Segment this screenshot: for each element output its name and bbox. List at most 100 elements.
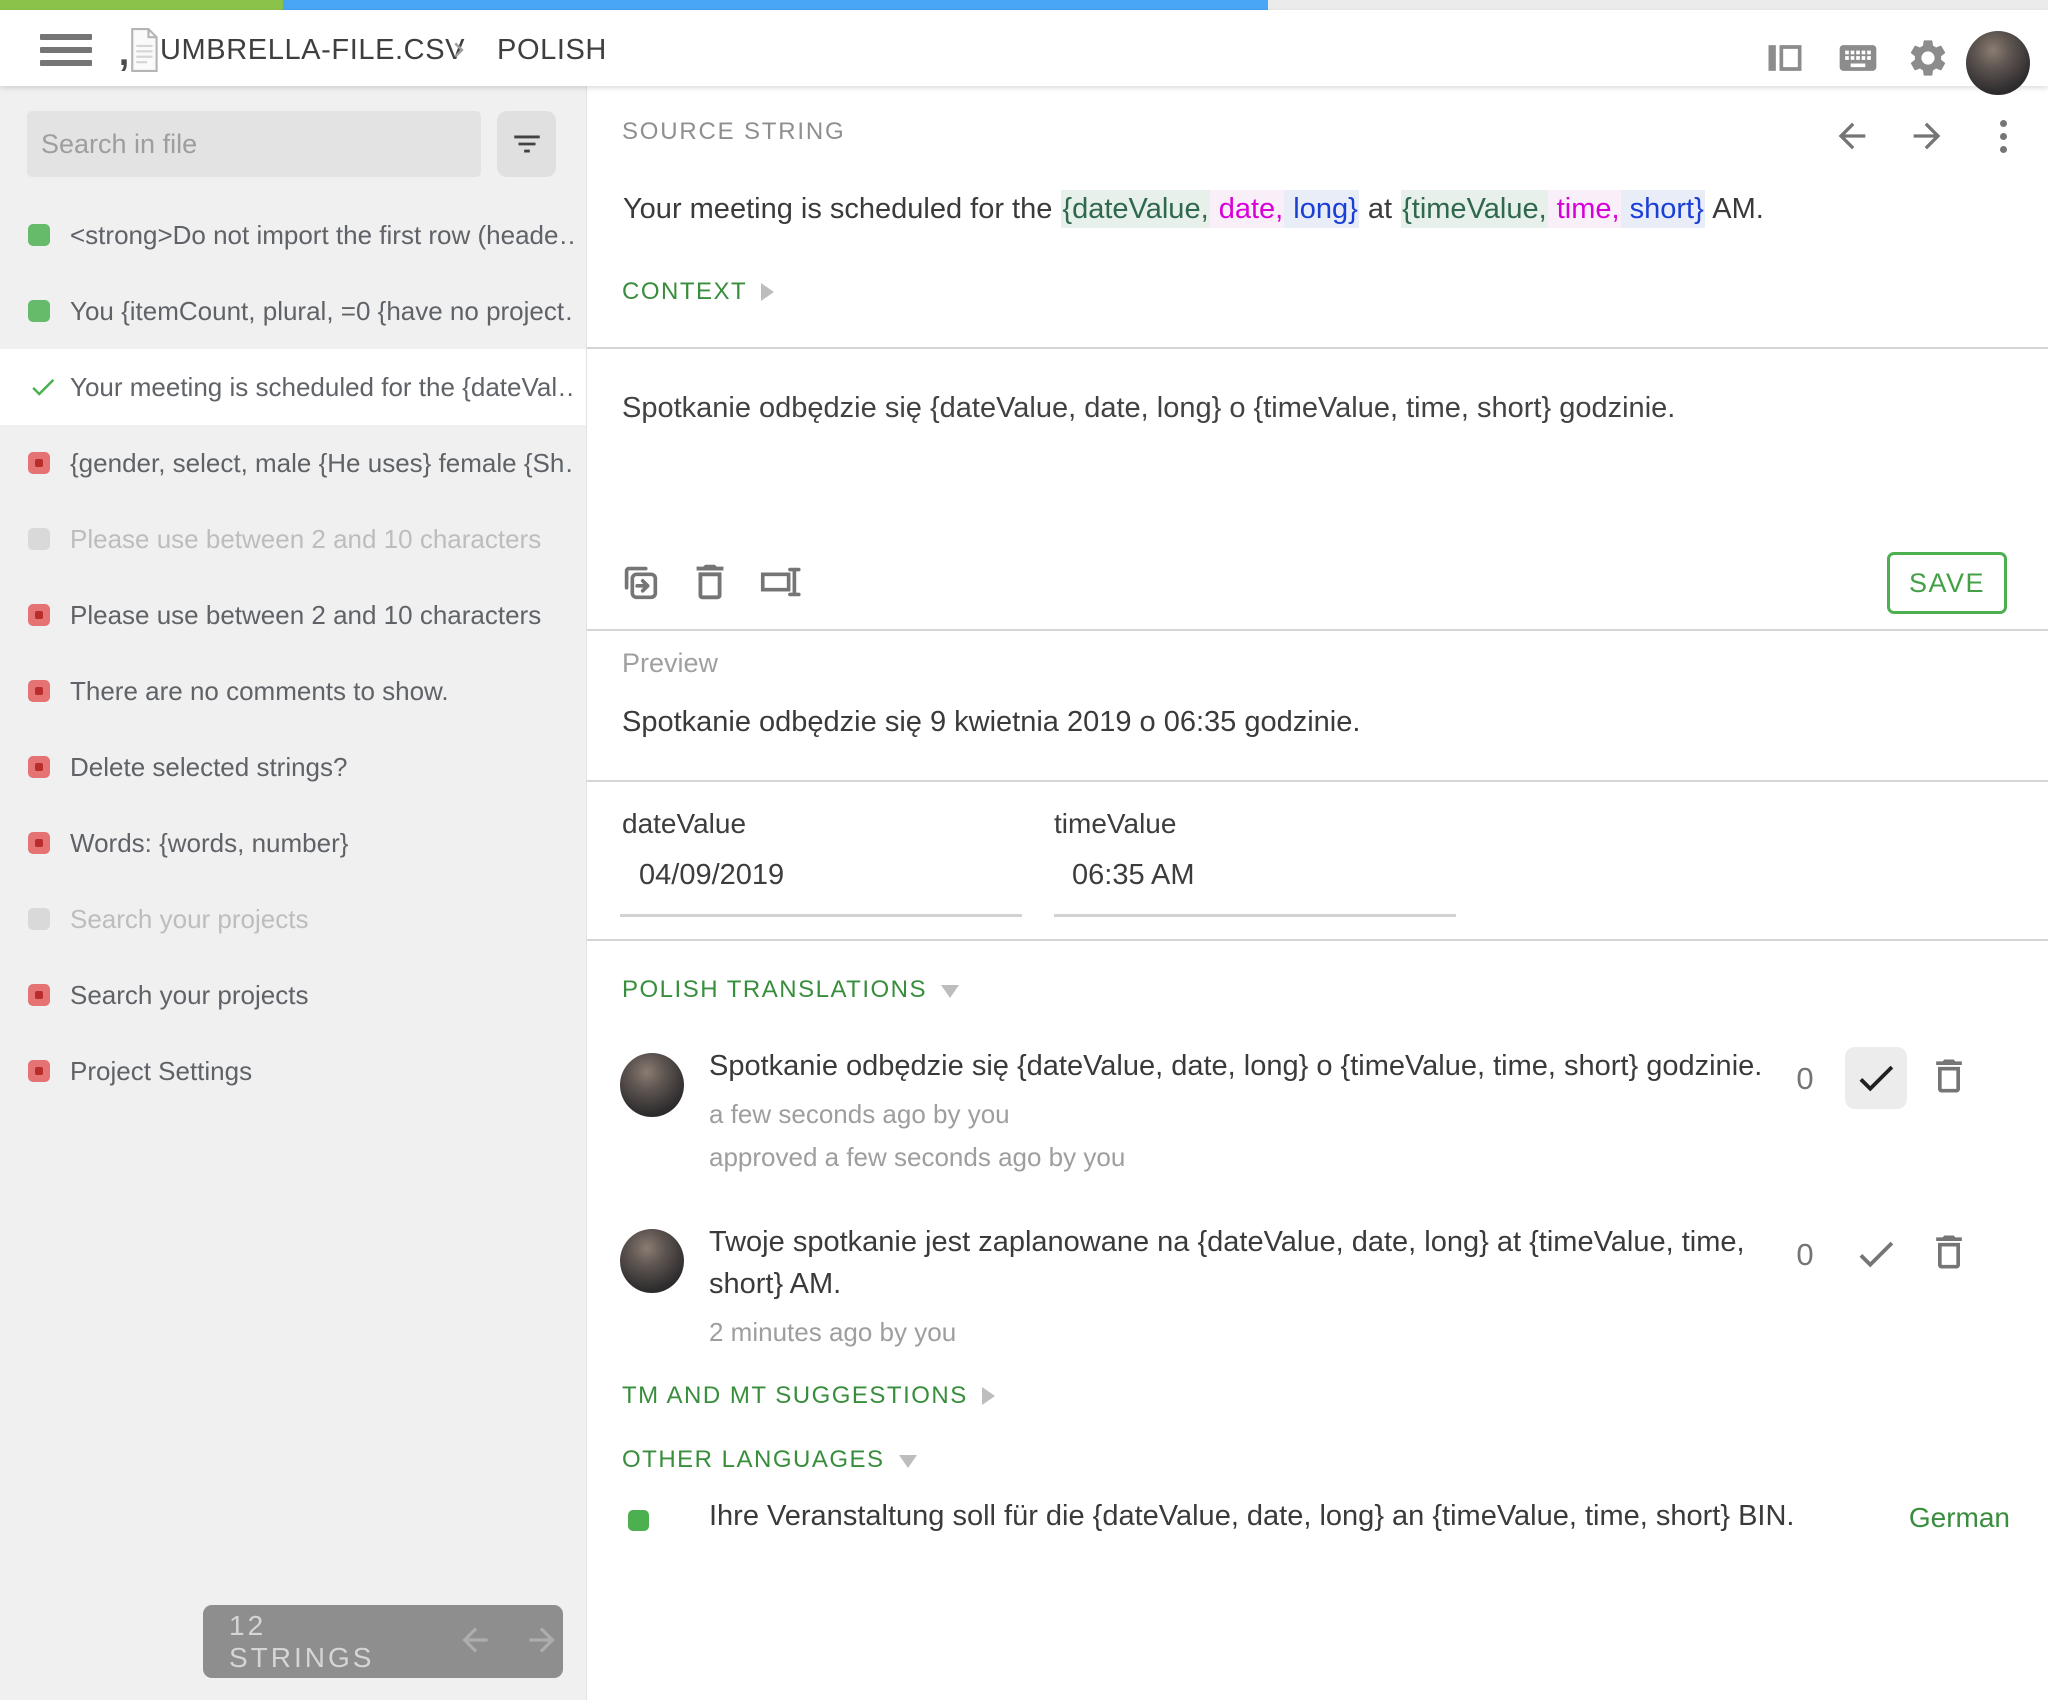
other-languages-section-header[interactable]: OTHER LANGUAGES bbox=[622, 1446, 917, 1474]
sidebar-string-item[interactable]: <strong>Do not import the first row (hea… bbox=[0, 197, 586, 273]
delete-translation-row-button[interactable] bbox=[1923, 1227, 1975, 1279]
string-status-icon bbox=[28, 300, 70, 322]
source-segment-style: long} bbox=[1284, 190, 1359, 228]
source-segment-type: date, bbox=[1210, 190, 1285, 228]
string-status-icon bbox=[28, 604, 70, 626]
delete-translation-button[interactable] bbox=[679, 552, 741, 614]
sidebar-string-label: <strong>Do not import the first row (hea… bbox=[70, 220, 575, 251]
search-input[interactable] bbox=[27, 111, 481, 177]
translation-meta-list: a few seconds ago by you approved a few s… bbox=[709, 1098, 1789, 1173]
preview-text: Spotkanie odbędzie się 9 kwietnia 2019 o… bbox=[622, 706, 1360, 739]
string-status-icon bbox=[28, 452, 70, 474]
sidebar: <strong>Do not import the first row (hea… bbox=[0, 86, 587, 1700]
text-field-cursor-icon bbox=[757, 559, 803, 605]
approve-translation-button[interactable] bbox=[1845, 1047, 1907, 1109]
sidebar-string-item[interactable]: You {itemCount, plural, =0 {have no proj… bbox=[0, 273, 586, 349]
triangle-right-icon bbox=[982, 1387, 995, 1405]
source-segment-plain: Your meeting is scheduled for the bbox=[622, 190, 1061, 228]
editor-toolbar bbox=[609, 552, 819, 614]
sidebar-string-label: Project Settings bbox=[70, 1056, 252, 1087]
app-bar: , UMBRELLA-FILE.CSV POLISH bbox=[0, 10, 2048, 86]
breadcrumb-file[interactable]: UMBRELLA-FILE.CSV bbox=[160, 34, 465, 67]
translation-meta: a few seconds ago by you bbox=[709, 1098, 1789, 1130]
pill-next-button[interactable] bbox=[521, 1620, 563, 1664]
param-datevalue-underline bbox=[620, 914, 1022, 917]
sidebar-string-item[interactable]: Delete selected strings? bbox=[0, 729, 586, 805]
divider bbox=[587, 780, 2048, 782]
source-segment-var: {timeValue, bbox=[1401, 190, 1548, 228]
sidebar-string-item[interactable]: Search your projects bbox=[0, 957, 586, 1033]
other-language-name-link[interactable]: German bbox=[1909, 1502, 2010, 1534]
translation-row: Twoje spotkanie jest zaplanowane na {dat… bbox=[587, 1207, 2048, 1357]
other-language-list: Ihre Veranstaltung soll für die {dateVal… bbox=[587, 1498, 2048, 1558]
translation-editor[interactable]: Spotkanie odbędzie się {dateValue, date,… bbox=[622, 376, 2012, 551]
sidebar-string-item[interactable]: There are no comments to show. bbox=[0, 653, 586, 729]
translation-text: Twoje spotkanie jest zaplanowane na {dat… bbox=[709, 1221, 1789, 1305]
param-datevalue-input[interactable] bbox=[637, 858, 1021, 893]
pill-prev-button[interactable] bbox=[454, 1620, 496, 1664]
strings-count-label: 12 STRINGS bbox=[229, 1610, 412, 1674]
translator-avatar bbox=[620, 1229, 684, 1293]
check-icon bbox=[28, 372, 58, 402]
side-panel-icon[interactable] bbox=[1763, 36, 1807, 80]
translator-avatar bbox=[620, 1053, 684, 1117]
breadcrumb-language[interactable]: POLISH bbox=[497, 34, 607, 67]
copy-source-icon bbox=[617, 559, 663, 605]
svg-text:,: , bbox=[119, 32, 130, 73]
sidebar-string-item[interactable]: Please use between 2 and 10 characters bbox=[0, 501, 586, 577]
string-status-icon bbox=[28, 1060, 70, 1082]
sidebar-string-label: You {itemCount, plural, =0 {have no proj… bbox=[70, 296, 575, 327]
csv-file-icon: , bbox=[118, 27, 160, 73]
approve-translation-button[interactable] bbox=[1845, 1223, 1907, 1285]
insert-placeholder-button[interactable] bbox=[749, 552, 811, 614]
save-button[interactable]: SAVE bbox=[1887, 552, 2007, 614]
source-segment-plain: AM. bbox=[1705, 190, 1765, 228]
sidebar-string-label: Please use between 2 and 10 characters bbox=[70, 524, 541, 555]
menu-icon[interactable] bbox=[40, 34, 96, 72]
sidebar-string-label: Delete selected strings? bbox=[70, 752, 347, 783]
trash-icon bbox=[687, 559, 733, 605]
sidebar-string-label: Please use between 2 and 10 characters bbox=[70, 600, 541, 631]
sidebar-string-item[interactable]: {gender, select, male {He uses} female {… bbox=[0, 425, 586, 501]
filter-button[interactable] bbox=[497, 111, 556, 177]
other-language-row: Ihre Veranstaltung soll für die {dateVal… bbox=[587, 1498, 2048, 1558]
source-segment-var: {dateValue, bbox=[1061, 190, 1209, 228]
sidebar-string-item[interactable]: Search your projects bbox=[0, 881, 586, 957]
sidebar-string-item[interactable]: Please use between 2 and 10 characters bbox=[0, 577, 586, 653]
previous-string-button[interactable] bbox=[1832, 116, 1872, 156]
string-status-icon bbox=[28, 756, 70, 778]
string-status-icon bbox=[28, 680, 70, 702]
string-status-icon bbox=[28, 984, 70, 1006]
source-string-text: Your meeting is scheduled for the {dateV… bbox=[622, 186, 2022, 232]
string-list: <strong>Do not import the first row (hea… bbox=[0, 197, 586, 1109]
tm-suggestions-section-header[interactable]: TM AND MT SUGGESTIONS bbox=[622, 1382, 995, 1410]
other-languages-header-label: OTHER LANGUAGES bbox=[622, 1446, 885, 1474]
sidebar-string-label: Search your projects bbox=[70, 980, 308, 1011]
search-row bbox=[0, 111, 586, 177]
progress-bar bbox=[0, 0, 2048, 10]
param-timevalue-input[interactable] bbox=[1070, 858, 1454, 893]
arrow-left-icon bbox=[456, 1621, 494, 1659]
strings-count-pill: 12 STRINGS bbox=[203, 1605, 563, 1678]
keyboard-icon[interactable] bbox=[1836, 36, 1880, 80]
delete-translation-row-button[interactable] bbox=[1923, 1051, 1975, 1103]
string-status-icon bbox=[28, 832, 70, 854]
translations-section-header[interactable]: POLISH TRANSLATIONS bbox=[622, 976, 959, 1004]
arrow-right-icon bbox=[523, 1621, 561, 1659]
translation-votes: 0 bbox=[1783, 1061, 1827, 1097]
more-options-button[interactable] bbox=[1983, 116, 2023, 156]
settings-gear-icon[interactable] bbox=[1906, 36, 1950, 80]
user-avatar[interactable] bbox=[1966, 31, 2030, 95]
next-string-button[interactable] bbox=[1907, 116, 1947, 156]
sidebar-string-label: {gender, select, male {He uses} female {… bbox=[70, 448, 575, 479]
sidebar-string-item[interactable]: Project Settings bbox=[0, 1033, 586, 1109]
triangle-down-icon bbox=[941, 985, 959, 998]
copy-source-button[interactable] bbox=[609, 552, 671, 614]
translation-meta: approved a few seconds ago by you bbox=[709, 1141, 1789, 1173]
context-section-header[interactable]: CONTEXT bbox=[622, 278, 774, 306]
source-segment-type: time, bbox=[1548, 190, 1621, 228]
param-timevalue-underline bbox=[1054, 914, 1456, 917]
sidebar-string-item[interactable]: Words: {words, number} bbox=[0, 805, 586, 881]
sidebar-string-item[interactable]: Your meeting is scheduled for the {dateV… bbox=[0, 349, 586, 425]
divider bbox=[587, 347, 2048, 349]
